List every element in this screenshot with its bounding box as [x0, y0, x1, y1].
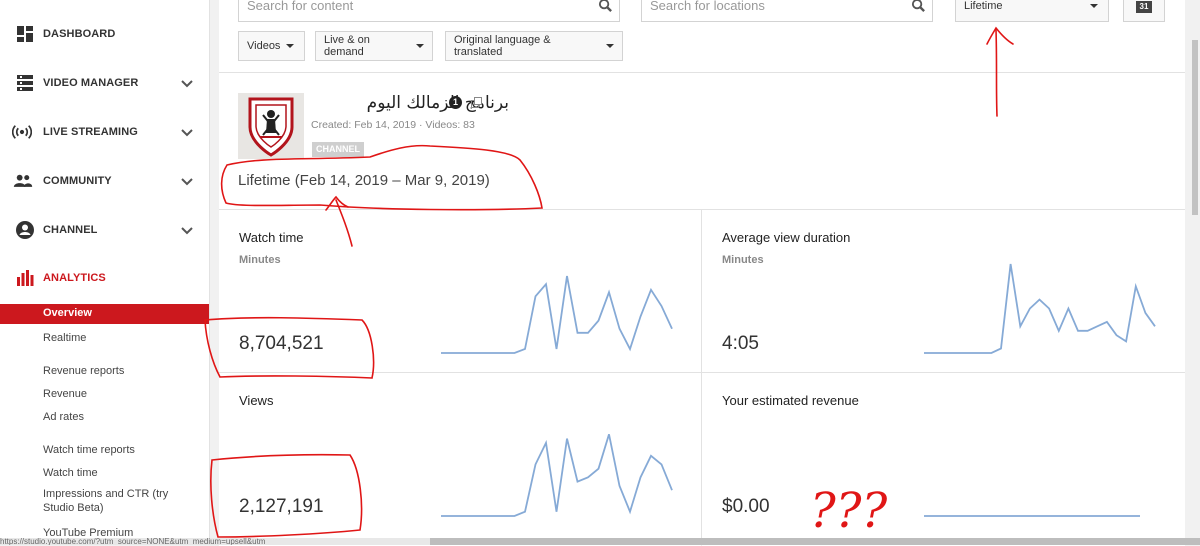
caret-down-icon	[606, 44, 614, 48]
search-icon[interactable]	[598, 0, 613, 13]
revenue-card[interactable]: Your estimated revenue $0.00	[702, 372, 1185, 546]
sidebar-item-ad-rates[interactable]: Ad rates	[43, 410, 84, 424]
nav-video-manager[interactable]: VIDEO MANAGER	[0, 63, 209, 103]
zamalek-logo-icon	[238, 93, 304, 159]
avg-view-duration-value: 4:05	[722, 333, 759, 354]
channel-icon	[16, 221, 34, 239]
revenue-value: $0.00	[722, 496, 770, 517]
divider	[219, 72, 1185, 73]
sidebar: DASHBOARD VIDEO MANAGER LIVE STREAMING C…	[0, 0, 210, 545]
sidebar-item-overview-label: Overview	[43, 307, 92, 319]
location-search-input[interactable]: Search for locations	[641, 0, 933, 22]
filter-language-label: Original language & translated	[454, 34, 551, 58]
avg-view-duration-card[interactable]: Average view duration Minutes 4:05	[702, 209, 1185, 373]
nav-channel[interactable]: CHANNEL	[0, 210, 209, 250]
search-icon[interactable]	[911, 0, 926, 13]
channel-type-tag: CHANNEL	[312, 142, 364, 157]
main-content: Search for content Search for locations …	[219, 0, 1185, 546]
watch-time-unit: Minutes	[239, 254, 281, 266]
vertical-scrollbar-thumb[interactable]	[1192, 40, 1198, 215]
nav-dashboard[interactable]: DASHBOARD	[0, 14, 209, 54]
channel-created: Created: Feb 14, 2019	[311, 119, 417, 131]
chevron-down-icon[interactable]	[180, 125, 194, 139]
views-sparkline	[441, 434, 673, 517]
chevron-down-icon[interactable]	[180, 76, 194, 90]
nav-video-manager-label: VIDEO MANAGER	[43, 77, 139, 89]
period-label: Lifetime (Feb 14, 2019 – Mar 9, 2019)	[238, 172, 490, 189]
community-icon	[13, 174, 33, 187]
nav-live-streaming-label: LIVE STREAMING	[43, 126, 138, 138]
nav-community[interactable]: COMMUNITY	[0, 161, 209, 201]
channel-badge: 1	[449, 96, 462, 109]
chevron-down-icon[interactable]	[180, 174, 194, 188]
views-sparkline-line	[441, 434, 673, 517]
filter-live-dropdown[interactable]: Live & on demand	[315, 31, 433, 61]
views-card[interactable]: Views 2,127,191	[219, 372, 701, 546]
avg-view-duration-unit: Minutes	[722, 254, 764, 266]
nav-analytics[interactable]: ANALYTICS	[0, 258, 209, 298]
avg-view-duration-sparkline-line	[924, 263, 1156, 354]
watch-time-sparkline-line	[441, 275, 673, 354]
views-value: 2,127,191	[239, 496, 324, 517]
sidebar-item-overview[interactable]: Overview	[0, 304, 209, 324]
dashboard-icon	[17, 26, 33, 42]
video-manager-icon	[17, 75, 33, 91]
location-search-placeholder: Search for locations	[650, 0, 765, 13]
filter-language-dropdown[interactable]: Original language & translated	[445, 31, 623, 61]
content-search-input[interactable]: Search for content	[238, 0, 620, 22]
sidebar-item-watch-time-reports[interactable]: Watch time reports	[43, 443, 135, 457]
calendar-icon: 31	[1136, 1, 1152, 13]
watch-time-title: Watch time	[239, 230, 304, 245]
channel-avatar	[238, 93, 304, 159]
content-search-placeholder: Search for content	[247, 0, 354, 13]
status-url: https://studio.youtube.com/?utm_source=N…	[0, 538, 430, 545]
date-range-dropdown[interactable]: Lifetime	[955, 0, 1109, 22]
live-streaming-icon	[12, 125, 32, 139]
avg-view-duration-title: Average view duration	[722, 230, 851, 245]
avg-view-duration-sparkline	[924, 263, 1156, 354]
sidebar-item-watch-time[interactable]: Watch time	[43, 466, 98, 480]
analytics-icon	[17, 270, 34, 286]
caret-down-icon	[1090, 4, 1098, 8]
revenue-sparkline	[924, 515, 1140, 517]
nav-analytics-label: ANALYTICS	[43, 272, 106, 284]
channel-meta: Created: Feb 14, 2019 · Videos: 83	[311, 119, 475, 131]
caret-down-icon	[416, 44, 424, 48]
caret-down-icon	[286, 44, 295, 48]
nav-community-label: COMMUNITY	[43, 175, 112, 187]
chevron-down-icon[interactable]	[180, 223, 194, 237]
sidebar-item-revenue-reports[interactable]: Revenue reports	[43, 364, 124, 378]
date-range-label: Lifetime	[964, 0, 1003, 12]
revenue-title: Your estimated revenue	[722, 393, 859, 408]
channel-videos: Videos: 83	[425, 119, 475, 131]
external-link-icon[interactable]	[471, 97, 483, 108]
calendar-button[interactable]: 31	[1123, 0, 1165, 22]
watch-time-sparkline	[441, 275, 673, 354]
views-title: Views	[239, 393, 274, 408]
watch-time-value: 8,704,521	[239, 333, 324, 354]
filter-videos-label: Videos	[247, 40, 281, 52]
sidebar-item-impressions[interactable]: Impressions and CTR (try Studio Beta)	[43, 487, 183, 515]
nav-live-streaming[interactable]: LIVE STREAMING	[0, 112, 209, 152]
sidebar-item-realtime[interactable]: Realtime	[43, 331, 86, 345]
nav-channel-label: CHANNEL	[43, 224, 98, 236]
filter-videos-dropdown[interactable]: Videos	[238, 31, 305, 61]
watch-time-card[interactable]: Watch time Minutes 8,704,521	[219, 209, 701, 373]
filter-live-label: Live & on demand	[324, 34, 370, 58]
sidebar-item-revenue[interactable]: Revenue	[43, 387, 87, 401]
nav-dashboard-label: DASHBOARD	[43, 28, 116, 40]
